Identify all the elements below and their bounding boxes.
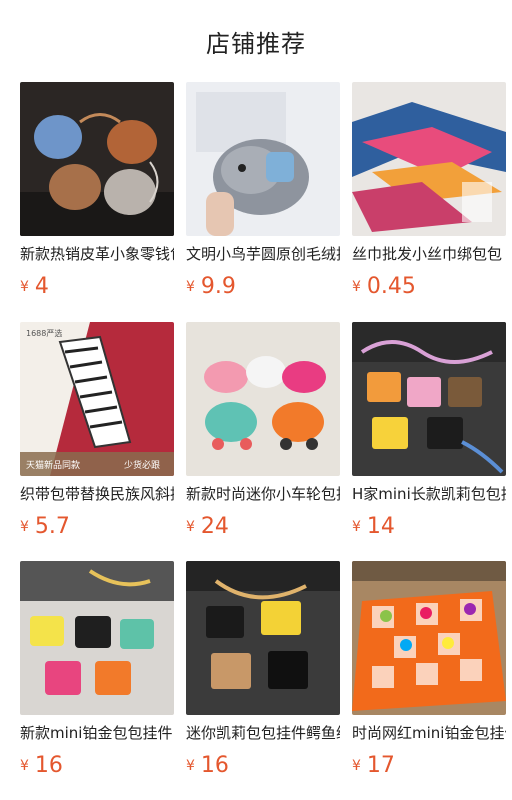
product-title[interactable]: 新款时尚迷你小车轮包挂件 xyxy=(186,484,340,504)
price-value: 17 xyxy=(366,753,395,778)
product-image[interactable] xyxy=(186,322,340,476)
product-title[interactable]: 新款热销皮革小象零钱包 xyxy=(20,244,174,264)
product-card[interactable]: 新款mini铂金包包挂件 ¥16 xyxy=(20,561,174,791)
product-grid: 新款热销皮革小象零钱包 ¥4 文明小鸟芋圆原创毛绒挂件 ¥9.9 xyxy=(0,82,512,800)
currency-symbol: ¥ xyxy=(186,758,195,774)
currency-symbol: ¥ xyxy=(20,758,29,774)
product-price: ¥5.7 xyxy=(20,514,174,542)
product-card[interactable]: 文明小鸟芋圆原创毛绒挂件 ¥9.9 xyxy=(186,82,340,312)
product-price: ¥0.45 xyxy=(352,274,506,302)
product-price: ¥14 xyxy=(352,514,506,542)
product-price: ¥4 xyxy=(20,274,174,302)
product-card[interactable]: 新款热销皮革小象零钱包 ¥4 xyxy=(20,82,174,312)
badge-bottom-right: 少货必跟 xyxy=(124,459,160,471)
page-title: 店铺推荐 xyxy=(206,29,306,58)
product-card[interactable]: H家mini长款凯莉包包挂件 ¥14 xyxy=(352,322,506,552)
section-header: 店铺推荐 xyxy=(0,0,512,82)
product-title[interactable]: 迷你凯莉包包挂件鳄鱼纹 xyxy=(186,723,340,743)
product-card[interactable]: 新款时尚迷你小车轮包挂件 ¥24 xyxy=(186,322,340,552)
badge-top: 1688严选 xyxy=(26,328,62,338)
badge-bottom-left: 天猫新品同款 xyxy=(26,459,80,471)
price-value: 4 xyxy=(34,274,49,299)
price-value: 9.9 xyxy=(200,274,236,299)
currency-symbol: ¥ xyxy=(352,758,361,774)
currency-symbol: ¥ xyxy=(186,279,195,295)
product-image[interactable]: 1688严选 天猫新品同款 少货必跟 xyxy=(20,322,174,476)
product-image[interactable] xyxy=(352,82,506,236)
currency-symbol: ¥ xyxy=(352,519,361,535)
product-card[interactable]: 丝巾批发小丝巾绑包包 ¥0.45 xyxy=(352,82,506,312)
product-price: ¥16 xyxy=(186,753,340,781)
product-title[interactable]: 新款mini铂金包包挂件 xyxy=(20,723,174,743)
currency-symbol: ¥ xyxy=(186,519,195,535)
product-image[interactable] xyxy=(186,561,340,715)
currency-symbol: ¥ xyxy=(20,279,29,295)
product-card[interactable]: 迷你凯莉包包挂件鳄鱼纹 ¥16 xyxy=(186,561,340,791)
product-title[interactable]: 织带包带替换民族风斜挎 xyxy=(20,484,174,504)
product-price: ¥24 xyxy=(186,514,340,542)
product-price: ¥16 xyxy=(20,753,174,781)
product-price: ¥9.9 xyxy=(186,274,340,302)
product-image[interactable] xyxy=(20,82,174,236)
currency-symbol: ¥ xyxy=(352,279,361,295)
price-value: 0.45 xyxy=(366,274,416,299)
price-value: 16 xyxy=(200,753,229,778)
product-image[interactable] xyxy=(20,561,174,715)
price-value: 14 xyxy=(366,514,395,539)
price-value: 16 xyxy=(34,753,63,778)
product-card[interactable]: 时尚网红mini铂金包挂件 ¥17 xyxy=(352,561,506,791)
product-card[interactable]: 1688严选 天猫新品同款 少货必跟 织带包带替换民族风斜挎 ¥5.7 xyxy=(20,322,174,552)
product-title[interactable]: 文明小鸟芋圆原创毛绒挂件 xyxy=(186,244,340,264)
product-title[interactable]: 时尚网红mini铂金包挂件 xyxy=(352,723,506,743)
product-image[interactable] xyxy=(352,322,506,476)
price-value: 5.7 xyxy=(34,514,70,539)
product-image[interactable] xyxy=(186,82,340,236)
product-price: ¥17 xyxy=(352,753,506,781)
product-image[interactable] xyxy=(352,561,506,715)
product-title[interactable]: 丝巾批发小丝巾绑包包 xyxy=(352,244,506,264)
price-value: 24 xyxy=(200,514,229,539)
product-title[interactable]: H家mini长款凯莉包包挂件 xyxy=(352,484,506,504)
currency-symbol: ¥ xyxy=(20,519,29,535)
